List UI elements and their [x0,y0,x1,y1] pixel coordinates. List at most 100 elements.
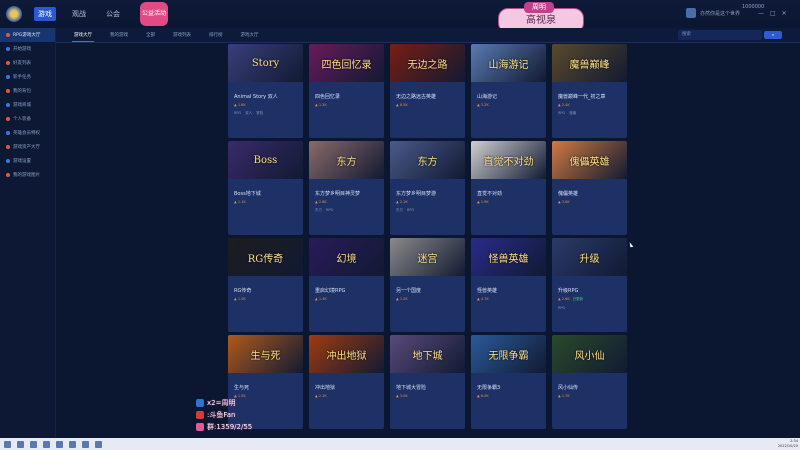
game-tag[interactable]: 双人 [245,111,252,116]
game-thumbnail[interactable]: 四色回忆录 [309,44,384,82]
game-title[interactable]: Boss地下城 [228,179,303,197]
sidebar-item[interactable]: 个人装备 [0,112,55,126]
game-tag[interactable]: 魔兽 [569,111,576,116]
game-title[interactable]: 另一个国度 [390,276,465,294]
game-title[interactable]: 风小仙传 [552,373,627,391]
search-icon[interactable] [17,440,24,448]
clock[interactable]: 2:34 2022/10/20 [778,439,798,449]
game-title[interactable]: 冲出地狱 [309,373,384,391]
game-card[interactable]: 傀儡英雄 傀儡英雄 ▲ 3.6K [552,141,627,235]
topnav-item[interactable]: 公会 [102,7,124,21]
game-card[interactable]: 风小仙 风小仙传 ▲ 1.7K [552,335,627,429]
sidebar-item[interactable]: RPG游戏大厅 [0,28,55,42]
game-thumbnail[interactable]: 无限争霸 [471,335,546,373]
folder-icon[interactable] [43,440,50,448]
search-input[interactable]: 搜索 [678,30,762,40]
game-thumbnail[interactable]: 冲出地狱 [309,335,384,373]
game-card[interactable]: Story Animal Story 双人 ▲ 1.6K RPG 双人 冒险 [228,44,303,138]
app-icon[interactable] [95,440,102,448]
game-tag[interactable]: RPG [558,111,565,116]
app-icon[interactable] [56,440,63,448]
game-title[interactable]: 魔兽巅峰一代_初之章 [552,82,627,100]
game-title[interactable]: 东方梦乡明目神灵梦 [309,179,384,197]
game-thumbnail[interactable]: 魔兽巅峰 [552,44,627,82]
game-tag[interactable]: RPG [558,306,565,310]
game-thumbnail[interactable]: 风小仙 [552,335,627,373]
game-thumbnail[interactable]: RG传奇 [228,238,303,276]
game-card[interactable]: 冲出地狱 冲出地狱 ▲ 2.2K [309,335,384,429]
game-card[interactable]: RG传奇 RG传奇 ▲ 1.0K [228,238,303,332]
search-button[interactable]: ⌕ [764,31,782,39]
game-title[interactable]: 怪兽英雄 [471,276,546,294]
game-title[interactable]: Animal Story 双人 [228,82,303,100]
close-icon[interactable]: ✕ [782,10,787,17]
game-card[interactable]: Boss Boss地下城 ▲ 1.1K [228,141,303,235]
game-title[interactable]: 无边之路远古英雄 [390,82,465,100]
game-card[interactable]: 幻境 重启幻境RPG ▲ 1.4K [309,238,384,332]
game-title[interactable]: 直觉不对劲 [471,179,546,197]
game-tag[interactable]: RPG [326,208,333,213]
game-card[interactable]: 升级 升级RPG ▲ 2.6K 已更新 RPG [552,238,627,332]
game-card[interactable]: 迷宫 另一个国度 ▲ 1.2K [390,238,465,332]
browser-icon[interactable] [30,440,37,448]
game-title[interactable]: 重启幻境RPG [309,276,384,294]
game-thumbnail[interactable]: 升级 [552,238,627,276]
game-card[interactable]: 无限争霸 无限争霸3 ▲ 6.0K [471,335,546,429]
game-thumbnail[interactable]: 无边之路 [390,44,465,82]
game-thumbnail[interactable]: Boss [228,141,303,179]
sidebar-item[interactable]: 我的背包 [0,84,55,98]
sidebar-item[interactable]: 我的游戏图片 [0,168,55,182]
topnav-item[interactable]: 观战 [68,7,90,21]
tab[interactable]: 我的游戏 [108,28,130,42]
game-title[interactable]: 山海游记 [471,82,546,100]
tab[interactable]: 游戏大厅 [239,28,261,42]
game-card[interactable]: 东方 东方梦乡明目神灵梦 ▲ 2.8K 东方 RPG [309,141,384,235]
sidebar-item[interactable]: 新手任务 [0,70,55,84]
game-card[interactable]: 怪兽英雄 怪兽英雄 ▲ 4.7K [471,238,546,332]
app-icon[interactable] [69,440,76,448]
avatar[interactable] [686,8,696,18]
game-tag[interactable]: 东方 [396,208,403,213]
maximize-icon[interactable]: □ [770,10,776,17]
game-thumbnail[interactable]: 东方 [309,141,384,179]
sidebar-item[interactable]: 游戏商城 [0,98,55,112]
sidebar-item[interactable]: 游戏资产大厅 [0,140,55,154]
game-tag[interactable]: 东方 [315,208,322,213]
start-icon[interactable] [4,440,11,448]
tab[interactable]: 游戏列表 [171,28,193,42]
sidebar-item[interactable]: 好友列表 [0,56,55,70]
game-title[interactable]: 四色回忆录 [309,82,384,100]
promo-badge[interactable]: 公益活动 [140,2,168,26]
sidebar-item[interactable]: 开始游戏 [0,42,55,56]
game-thumbnail[interactable]: Story [228,44,303,82]
game-thumbnail[interactable]: 生与死 [228,335,303,373]
game-thumbnail[interactable]: 怪兽英雄 [471,238,546,276]
minimize-icon[interactable]: — [758,10,764,17]
game-thumbnail[interactable]: 迷宫 [390,238,465,276]
game-card[interactable]: 四色回忆录 四色回忆录 ▲ 1.2K [309,44,384,138]
game-card[interactable]: 魔兽巅峰 魔兽巅峰一代_初之章 ▲ 2.4K RPG 魔兽 [552,44,627,138]
game-title[interactable]: 东方梦乡明目梦游 [390,179,465,197]
sidebar-item[interactable]: 游戏设置 [0,154,55,168]
topnav-item[interactable]: 游戏 [34,7,56,21]
game-title[interactable]: 升级RPG [552,276,627,294]
game-thumbnail[interactable]: 山海游记 [471,44,546,82]
game-card[interactable]: 直觉不对劲 直觉不对劲 ▲ 1.9K [471,141,546,235]
game-thumbnail[interactable]: 直觉不对劲 [471,141,546,179]
game-card[interactable]: 无边之路 无边之路远古英雄 ▲ 8.5K [390,44,465,138]
tab[interactable]: 全部 [144,28,157,42]
game-card[interactable]: 山海游记 山海游记 ▲ 3.2K [471,44,546,138]
game-tag[interactable]: RPG [407,208,414,213]
tab[interactable]: 游戏大厅 [72,28,94,42]
game-card[interactable]: 地下城 地下城大冒险 ▲ 3.0K [390,335,465,429]
game-thumbnail[interactable]: 地下城 [390,335,465,373]
user-info[interactable]: 亦然你是这个世界 [686,8,740,18]
app-icon[interactable] [82,440,89,448]
tab[interactable]: 排行榜 [207,28,225,42]
game-title[interactable]: 无限争霸3 [471,373,546,391]
game-tag[interactable]: 冒险 [256,111,263,116]
game-thumbnail[interactable]: 傀儡英雄 [552,141,627,179]
game-card[interactable]: 东方 东方梦乡明目梦游 ▲ 2.1K 东方 RPG [390,141,465,235]
game-title[interactable]: RG传奇 [228,276,303,294]
sidebar-item[interactable]: 英雄会员特权 [0,126,55,140]
